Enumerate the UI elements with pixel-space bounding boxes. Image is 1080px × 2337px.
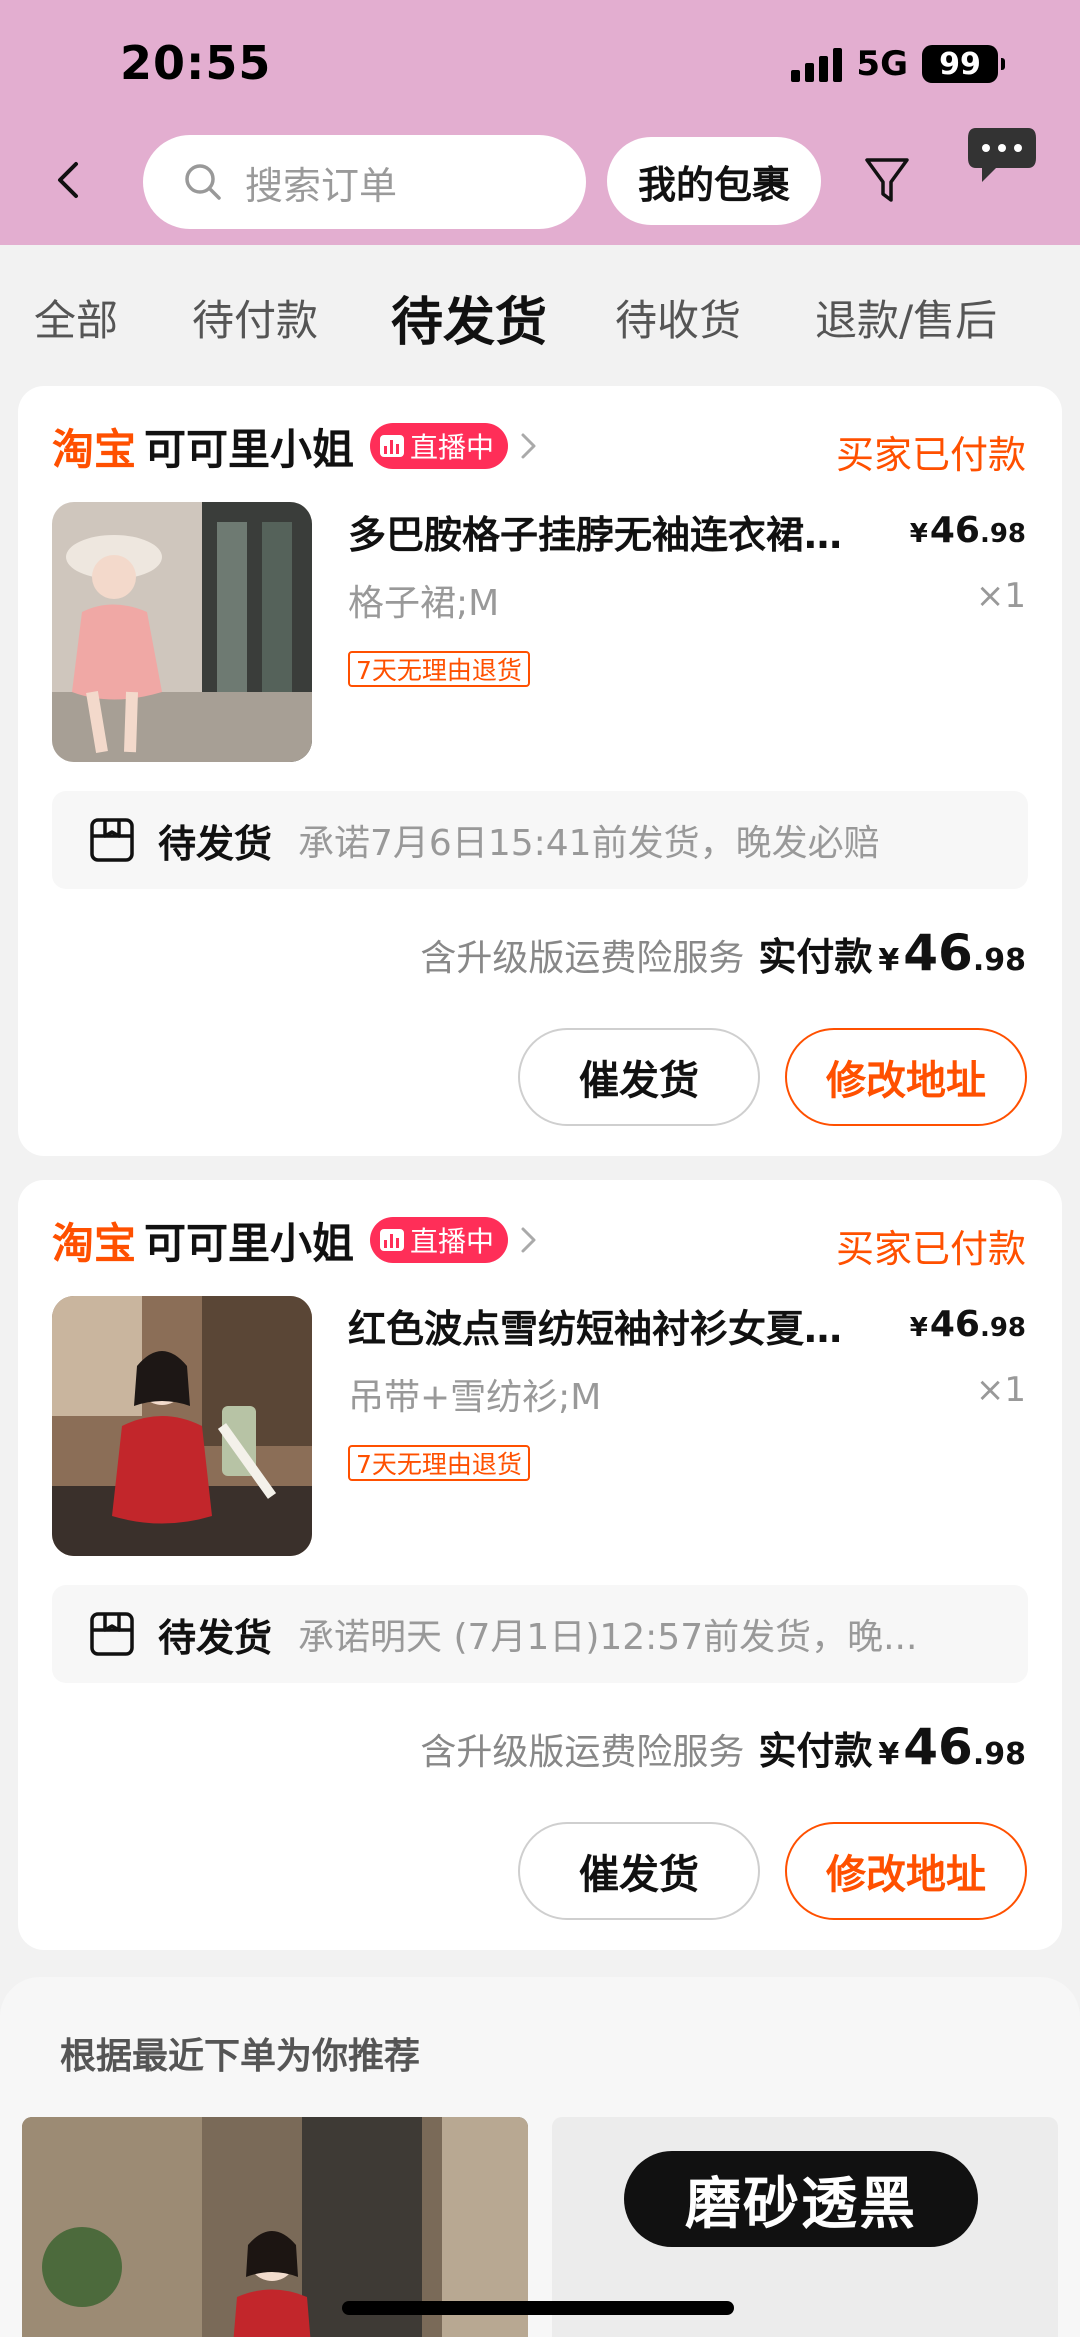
product-quantity: ×1 [975,576,1026,616]
product-image[interactable] [52,1296,312,1556]
urge-shipment-button[interactable]: 催发货 [518,1822,760,1920]
live-icon [380,435,405,457]
order-status: 买家已付款 [835,433,1026,477]
tab-pending-receipt[interactable]: 待收货 [615,287,741,348]
my-parcels-button[interactable]: 我的包裹 [607,137,821,225]
shipping-status: 待发货 [158,1615,273,1660]
payment-summary: 含升级版运费险服务 实付款 ¥46.98 [420,924,1026,982]
live-badge[interactable]: 直播中 [370,1217,509,1263]
order-status: 买家已付款 [835,1227,1026,1271]
shop-header[interactable]: 淘宝 可可里小姐 直播中 [52,1210,540,1270]
taobao-logo: 淘宝 [52,1218,137,1268]
signal-icon [791,46,843,82]
shop-header[interactable]: 淘宝 可可里小姐 直播中 [52,416,540,476]
battery-icon: 99 [922,45,1005,83]
urge-shipment-button[interactable]: 催发货 [518,1028,760,1126]
payment-summary: 含升级版运费险服务 实付款 ¥46.98 [420,1718,1026,1776]
package-icon [90,1612,134,1656]
change-address-button[interactable]: 修改地址 [785,1822,1027,1920]
tab-all[interactable]: 全部 [34,287,118,348]
package-icon [90,818,134,862]
product-title[interactable]: 多巴胺格子挂脖无袖连衣裙… [348,504,888,559]
shipping-promise: 承诺7月6日15:41前发货，晚发必赔 [298,823,880,864]
order-card[interactable]: 淘宝 可可里小姐 直播中 买家已付款 多巴胺格子挂脖无袖连衣裙… ¥46.98 … [18,386,1062,1156]
order-tabs: 全部 待付款 待发货 待收货 退款/售后 [0,245,1080,377]
tab-pending-shipment[interactable]: 待发货 [391,280,547,355]
search-icon [185,164,221,200]
product-price: ¥46.98 [909,510,1026,551]
back-button[interactable] [48,150,88,210]
change-address-button[interactable]: 修改地址 [785,1028,1027,1126]
insurance-note: 含升级版运费险服务 [420,1732,745,1773]
message-button[interactable] [966,124,1038,190]
shipping-promise: 承诺明天 (7月1日)12:57前发货，晚... [298,1617,918,1658]
shipping-status: 待发货 [158,821,273,866]
shipping-info[interactable]: 待发货 承诺7月6日15:41前发货，晚发必赔 [52,791,1028,889]
chevron-right-icon [521,433,536,459]
order-card[interactable]: 淘宝 可可里小姐 直播中 买家已付款 红色波点雪纺短袖衬衫女夏… ¥46.98 … [18,1180,1062,1950]
return-policy-tag: 7天无理由退货 [348,1445,530,1481]
recommendation-title: 根据最近下单为你推荐 [60,2036,421,2077]
product-sku: 吊带+雪纺衫;M [348,1377,602,1418]
shop-name: 可可里小姐 [144,424,355,474]
top-header: 20:55 5G 99 搜索订单 我的包裹 [0,0,1080,245]
return-policy-tag: 7天无理由退货 [348,651,530,687]
chat-bubble-icon [968,128,1036,182]
product-image[interactable] [52,502,312,762]
insurance-note: 含升级版运费险服务 [420,938,745,979]
filter-button[interactable] [862,152,912,208]
home-indicator[interactable] [342,2301,734,2315]
chevron-right-icon [521,1227,536,1253]
chevron-left-icon [58,162,78,198]
paid-amount: ¥46.98 [878,1718,1026,1776]
taobao-logo: 淘宝 [52,424,137,474]
tab-pending-payment[interactable]: 待付款 [192,287,318,348]
recommendation-section: 根据最近下单为你推荐 磨砂透黑 [0,1977,1080,2337]
status-time: 20:55 [120,36,272,90]
paid-label: 实付款 [758,935,873,979]
filter-icon [865,158,909,202]
paid-label: 实付款 [758,1729,873,1773]
live-badge-label: 直播中 [410,431,495,464]
network-type: 5G [856,44,908,84]
shop-name: 可可里小姐 [144,1218,355,1268]
product-price: ¥46.98 [909,1304,1026,1345]
product-quantity: ×1 [975,1370,1026,1410]
product-sku: 格子裙;M [348,583,500,624]
search-placeholder: 搜索订单 [245,163,398,208]
product-promo-badge: 磨砂透黑 [624,2151,978,2247]
live-badge[interactable]: 直播中 [370,423,509,469]
search-input[interactable]: 搜索订单 [143,135,586,229]
shipping-info[interactable]: 待发货 承诺明天 (7月1日)12:57前发货，晚... [52,1585,1028,1683]
status-indicators: 5G 99 [791,44,1005,84]
live-badge-label: 直播中 [410,1225,495,1258]
product-title[interactable]: 红色波点雪纺短袖衬衫女夏… [348,1298,888,1353]
tab-refund[interactable]: 退款/售后 [815,287,997,348]
paid-amount: ¥46.98 [878,924,1026,982]
live-icon [380,1229,405,1251]
